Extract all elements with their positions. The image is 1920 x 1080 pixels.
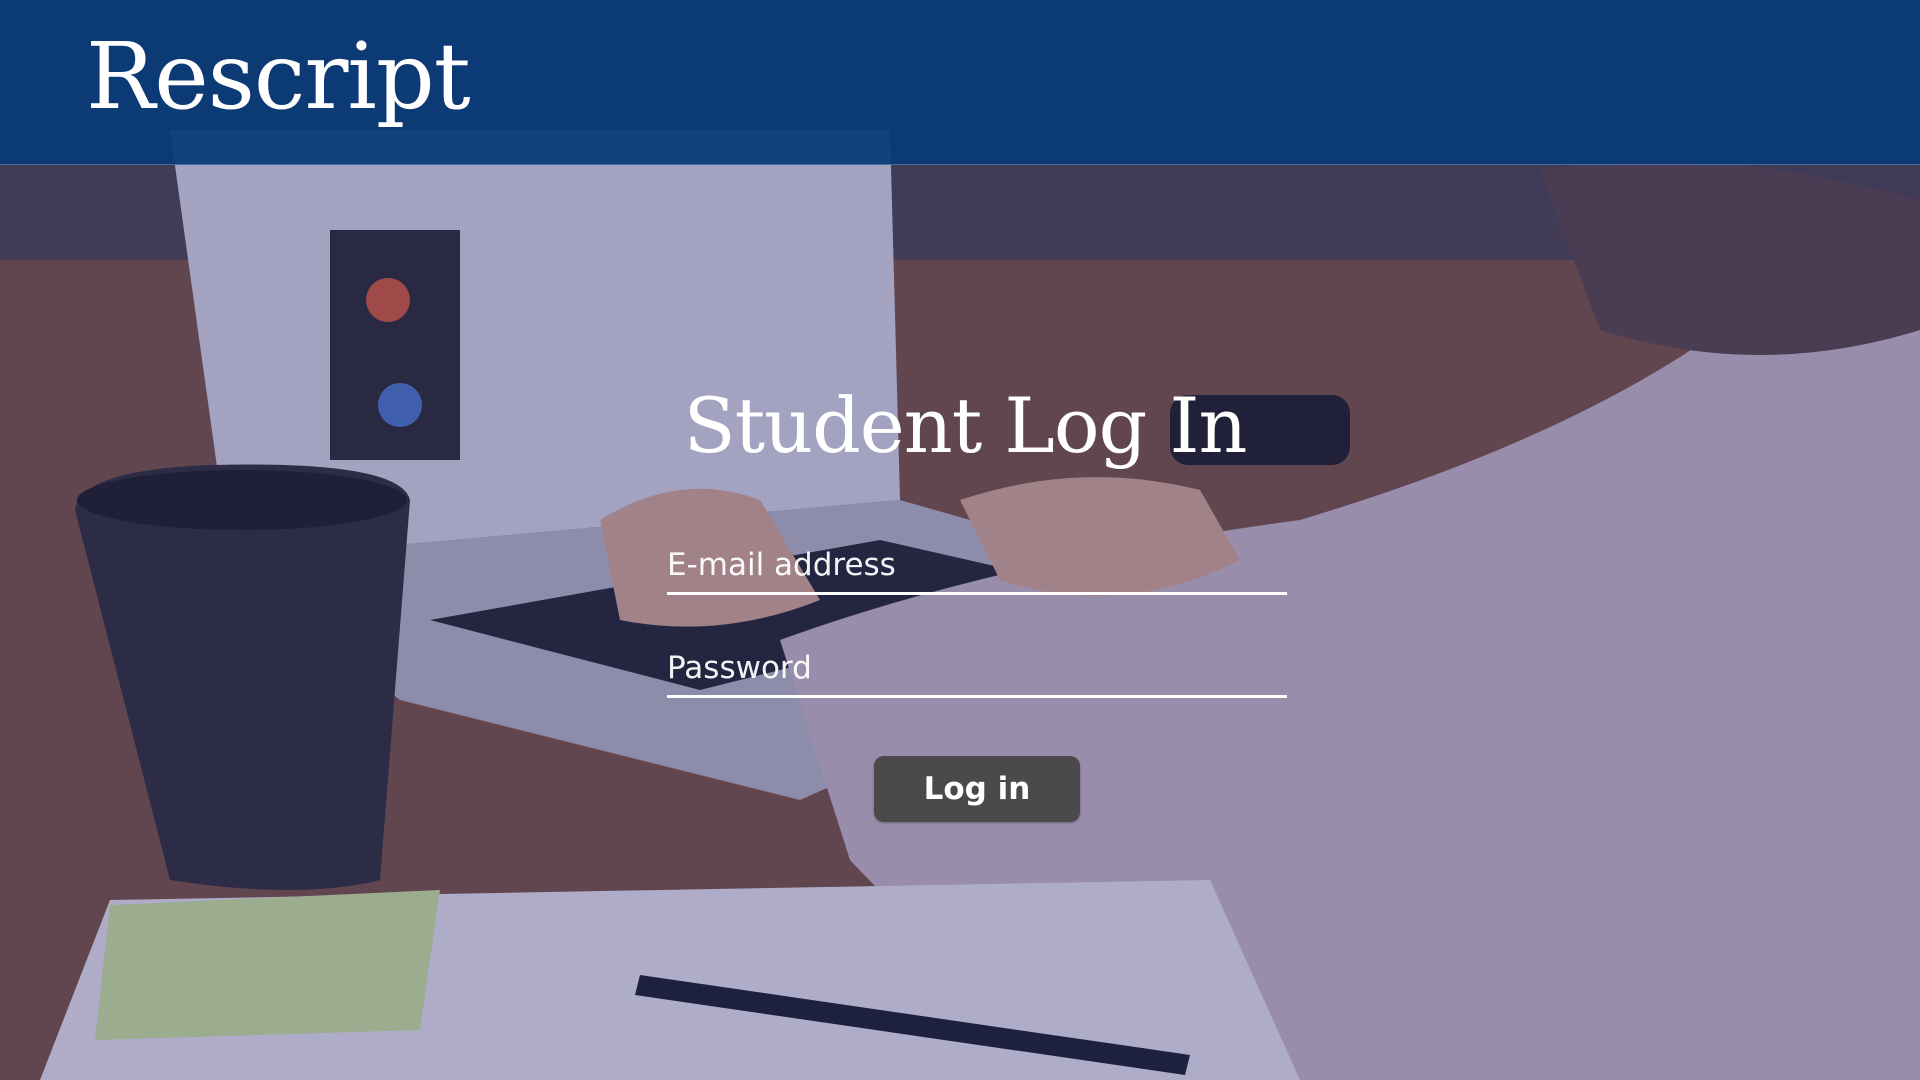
email-field[interactable]	[667, 537, 1287, 595]
brand-logo[interactable]: Rescript	[86, 22, 471, 132]
login-title: Student Log In	[683, 381, 1248, 470]
password-field[interactable]	[667, 640, 1287, 698]
top-header: Rescript	[0, 0, 1920, 165]
login-button[interactable]: Log in	[874, 756, 1080, 822]
